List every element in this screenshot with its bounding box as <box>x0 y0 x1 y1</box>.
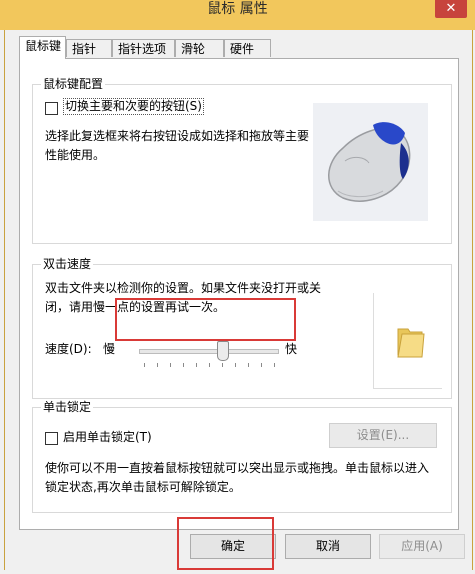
slow-label: 慢 <box>103 342 116 356</box>
apply-button[interactable]: 应用(A) <box>379 534 465 559</box>
switch-buttons-checkbox[interactable] <box>45 102 58 115</box>
click-lock-group: 单击锁定 启用单击锁定(T) 设置(E)... 使你可以不用一直按着鼠标按钮就可… <box>32 399 452 513</box>
speed-slider[interactable] <box>139 341 279 371</box>
speed-label: 速度(D): <box>45 342 92 356</box>
tab-buttons[interactable]: 鼠标键 <box>19 36 66 59</box>
test-area[interactable] <box>373 293 442 389</box>
switch-buttons-label[interactable]: 切换主要和次要的按钮(S) <box>63 98 204 115</box>
click-lock-label[interactable]: 启用单击锁定(T) <box>63 428 152 447</box>
window-title: 鼠标 属性 <box>207 1 268 17</box>
double-click-title: 双击速度 <box>41 256 94 272</box>
slider-tick <box>222 363 223 367</box>
slider-thumb[interactable] <box>217 341 229 361</box>
tab-hardware[interactable]: 硬件 <box>224 39 271 57</box>
button-config-title: 鼠标键配置 <box>41 76 106 92</box>
slider-tick <box>248 363 249 367</box>
slider-tick <box>274 363 275 367</box>
fast-label: 快 <box>285 342 298 356</box>
slider-tick <box>183 363 184 367</box>
cancel-button[interactable]: 取消 <box>285 534 371 559</box>
click-lock-description: 使你可以不用一直按着鼠标按钮就可以突出显示或拖拽。单击鼠标以进入锁定状态,再次单… <box>45 461 430 494</box>
slider-tick <box>157 363 158 367</box>
folder-icon[interactable] <box>392 321 432 361</box>
button-config-description: 选择此复选框来将右按钮设成如选择和拖放等主要性能使用。 <box>45 129 310 162</box>
tab-pointers[interactable]: 指针 <box>66 39 112 57</box>
mouse-icon <box>328 122 411 202</box>
slider-track <box>139 349 279 354</box>
title-bar: 鼠标 属性 ✕ <box>0 0 475 30</box>
close-button[interactable]: ✕ <box>435 0 467 18</box>
tab-page: 鼠标键配置 切换主要和次要的按钮(S) 选择此复选框来将右按钮设成如选择和拖放等… <box>19 58 459 530</box>
slider-tick <box>170 363 171 367</box>
slider-tick <box>196 363 197 367</box>
slider-tick <box>144 363 145 367</box>
button-config-group: 鼠标键配置 切换主要和次要的按钮(S) 选择此复选框来将右按钮设成如选择和拖放等… <box>32 76 452 244</box>
slider-tick <box>261 363 262 367</box>
click-lock-checkbox[interactable] <box>45 432 58 445</box>
slider-tick <box>209 363 210 367</box>
click-lock-title: 单击锁定 <box>41 399 94 415</box>
ok-highlight <box>177 517 274 570</box>
tab-wheel[interactable]: 滑轮 <box>175 39 224 57</box>
slider-tick <box>235 363 236 367</box>
slider-highlight <box>115 298 296 341</box>
mouse-image <box>313 103 428 221</box>
tab-pointer-options[interactable]: 指针选项 <box>112 39 175 57</box>
click-lock-settings-button[interactable]: 设置(E)... <box>329 423 437 448</box>
